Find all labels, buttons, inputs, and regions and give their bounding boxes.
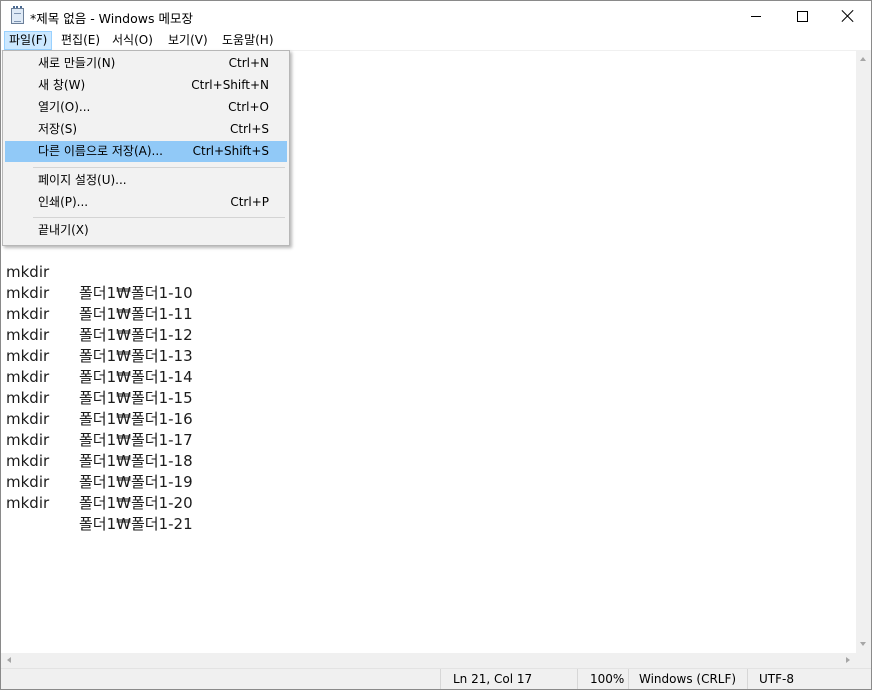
menu-item-shortcut: Ctrl+S	[229, 122, 269, 136]
menu-item-label: 인쇄(P)...	[38, 195, 89, 209]
title-bar[interactable]: *제목 없음 - Windows 메모장	[1, 1, 871, 31]
status-divider	[577, 669, 578, 689]
menu-item-label: 저장(S)	[38, 122, 78, 136]
notepad-icon	[11, 6, 24, 24]
horizontal-scrollbar[interactable]	[1, 653, 856, 668]
line-argument: 폴더1₩폴더1-20	[79, 494, 193, 512]
menu-item-save-as[interactable]: 다른 이름으로 저장(A)... Ctrl+Shift+S	[5, 141, 287, 162]
line-argument: 폴더1₩폴더1-18	[79, 452, 193, 470]
menu-item-shortcut: Ctrl+N	[228, 56, 269, 70]
menu-separator	[33, 217, 285, 218]
menu-bar: 파일(F) 편집(E) 서식(O) 보기(V) 도움말(H)	[1, 31, 871, 51]
minimize-button[interactable]	[733, 1, 779, 31]
menu-item-label: 새 창(W)	[38, 78, 86, 92]
menu-help[interactable]: 도움말(H)	[217, 31, 279, 50]
menu-item-shortcut: Ctrl+P	[230, 195, 269, 209]
line-argument: 폴더1₩폴더1-15	[79, 389, 193, 407]
menu-item-new-window[interactable]: 새 창(W) Ctrl+Shift+N	[5, 75, 287, 96]
status-divider	[440, 669, 441, 689]
text-line: mkdir 폴더1₩폴더1-20	[6, 451, 193, 512]
close-icon	[841, 9, 855, 23]
line-argument: 폴더1₩폴더1-11	[79, 305, 193, 323]
text-line: mkdir 폴더1₩폴더1-15	[6, 346, 193, 407]
minimize-icon	[751, 15, 761, 17]
menu-item-label: 새로 만들기(N)	[38, 56, 116, 70]
menu-item-label: 다른 이름으로 저장(A)...	[38, 144, 163, 158]
menu-item-print[interactable]: 인쇄(P)... Ctrl+P	[5, 192, 287, 213]
scroll-left-icon[interactable]	[7, 657, 11, 663]
close-button[interactable]	[825, 1, 871, 31]
text-line: mkdir 폴더1₩폴더1-12	[6, 283, 193, 344]
line-argument: 폴더1₩폴더1-19	[79, 473, 193, 491]
status-bar: Ln 21, Col 17 100% Windows (CRLF) UTF-8	[1, 668, 871, 689]
menu-view[interactable]: 보기(V)	[163, 31, 213, 50]
line-command: mkdir	[6, 494, 50, 512]
text-line: mkdir 폴더1₩폴더1-17	[6, 388, 193, 449]
menu-item-open[interactable]: 열기(O)... Ctrl+O	[5, 97, 287, 118]
text-line: mkdir 폴더1₩폴더1-13	[6, 304, 193, 365]
menu-item-exit[interactable]: 끝내기(X)	[5, 220, 287, 241]
line-argument: 폴더1₩폴더1-14	[79, 368, 193, 386]
file-menu-dropdown: 새로 만들기(N) Ctrl+N 새 창(W) Ctrl+Shift+N 열기(…	[2, 50, 290, 246]
scrollbar-corner	[856, 653, 871, 668]
menu-item-shortcut: Ctrl+Shift+N	[191, 78, 269, 92]
menu-item-label: 열기(O)...	[38, 100, 91, 114]
line-argument: 폴더1₩폴더1-21	[79, 515, 193, 533]
text-line: mkdir 폴더1₩폴더1-18	[6, 409, 193, 470]
encoding: UTF-8	[759, 672, 794, 686]
menu-item-page-setup[interactable]: 페이지 설정(U)...	[5, 170, 287, 191]
status-divider	[747, 669, 748, 689]
cursor-position: Ln 21, Col 17	[453, 672, 533, 686]
scroll-down-icon[interactable]	[860, 642, 866, 646]
menu-file[interactable]: 파일(F)	[4, 31, 53, 50]
text-line: mkdir 폴더1₩폴더1-14	[6, 325, 193, 386]
menu-item-label: 끝내기(X)	[38, 223, 89, 237]
menu-format[interactable]: 서식(O)	[107, 31, 158, 50]
line-argument: 폴더1₩폴더1-16	[79, 410, 193, 428]
scroll-up-icon[interactable]	[860, 57, 866, 61]
status-divider	[628, 669, 629, 689]
zoom-level: 100%	[590, 672, 625, 686]
menu-item-label: 페이지 설정(U)...	[38, 173, 127, 187]
text-line: mkdir 폴더1₩폴더1-21	[6, 472, 193, 533]
menu-item-shortcut: Ctrl+O	[228, 100, 269, 114]
line-argument: 폴더1₩폴더1-10	[79, 284, 193, 302]
scroll-right-icon[interactable]	[846, 657, 850, 663]
text-line: mkdir 폴더1₩폴더1-19	[6, 430, 193, 491]
vertical-scrollbar[interactable]	[856, 51, 871, 653]
line-argument: 폴더1₩폴더1-17	[79, 431, 193, 449]
line-argument: 폴더1₩폴더1-12	[79, 326, 193, 344]
window-title: *제목 없음 - Windows 메모장	[30, 11, 193, 26]
menu-item-new[interactable]: 새로 만들기(N) Ctrl+N	[5, 53, 287, 74]
line-ending: Windows (CRLF)	[639, 672, 737, 686]
menu-item-save[interactable]: 저장(S) Ctrl+S	[5, 119, 287, 140]
menu-edit[interactable]: 편집(E)	[56, 31, 105, 50]
menu-separator	[33, 167, 285, 168]
line-argument: 폴더1₩폴더1-13	[79, 347, 193, 365]
maximize-icon	[796, 10, 808, 22]
maximize-button[interactable]	[779, 1, 825, 31]
menu-item-shortcut: Ctrl+Shift+S	[192, 144, 269, 158]
text-line: mkdir 폴더1₩폴더1-16	[6, 367, 193, 428]
text-line: mkdir 폴더1₩폴더1-11	[6, 262, 193, 323]
